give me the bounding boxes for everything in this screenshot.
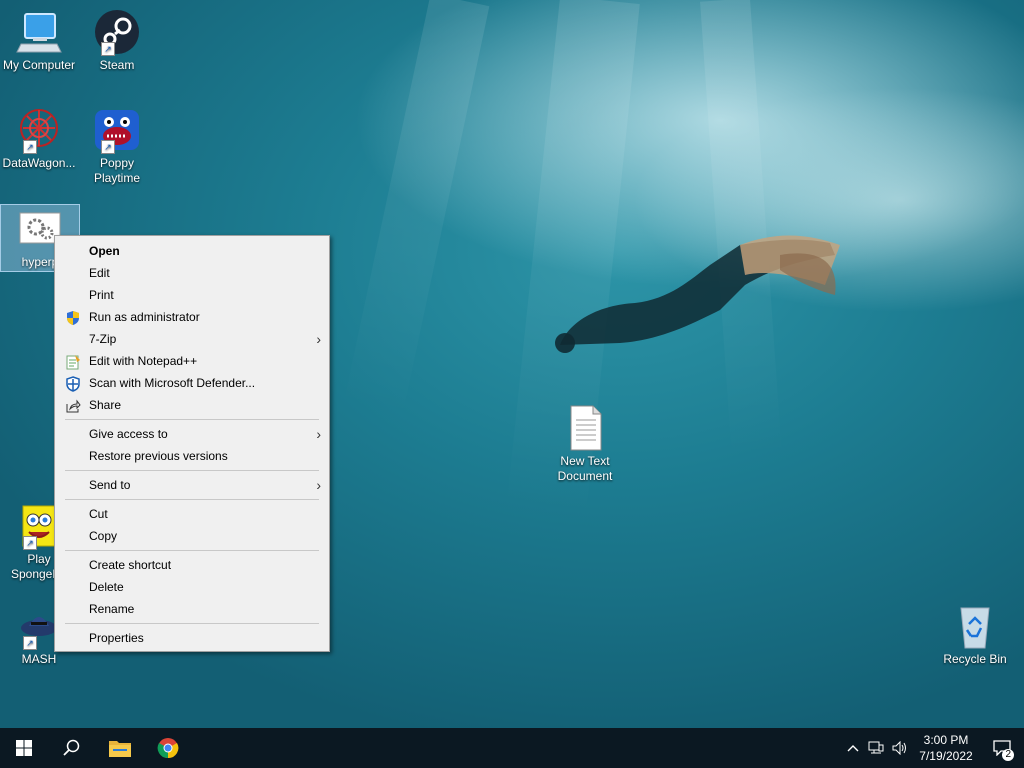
menu-item-run-as-administrator[interactable]: Run as administrator: [55, 306, 329, 328]
menu-item-label: Share: [89, 398, 122, 412]
shortcut-arrow-icon: ↗: [101, 42, 115, 56]
menu-item-label: Scan with Microsoft Defender...: [89, 376, 256, 390]
taskbar-file-explorer[interactable]: [96, 728, 144, 768]
menu-item-share[interactable]: Share: [55, 394, 329, 416]
recycle-bin-icon: [951, 602, 999, 650]
menu-item-label: Send to: [89, 478, 131, 492]
chevron-up-icon: [847, 745, 859, 752]
datawagon-icon: ↗: [15, 106, 63, 154]
menu-separator: [65, 470, 319, 471]
menu-item-label: Copy: [89, 529, 118, 543]
menu-item-label: Rename: [89, 602, 135, 616]
start-button[interactable]: [0, 728, 48, 768]
menu-item-delete[interactable]: Delete: [55, 576, 329, 598]
menu-item-copy[interactable]: Copy: [55, 525, 329, 547]
menu-separator: [65, 550, 319, 551]
menu-item-label: 7-Zip: [89, 332, 117, 346]
shortcut-arrow-icon: ↗: [23, 140, 37, 154]
defender-icon: [65, 376, 81, 392]
menu-item-label: Open: [89, 244, 120, 258]
computer-icon: [15, 8, 63, 56]
shortcut-arrow-icon: ↗: [23, 536, 37, 550]
menu-item-label: Delete: [89, 580, 124, 594]
menu-item-create-shortcut[interactable]: Create shortcut: [55, 554, 329, 576]
menu-item-label: Edit: [89, 266, 110, 280]
menu-item-give-access-to[interactable]: Give access to ›: [55, 423, 329, 445]
menu-item-restore-previous-versions[interactable]: Restore previous versions: [55, 445, 329, 467]
windows-logo-icon: [16, 740, 32, 756]
menu-item-label: Run as administrator: [89, 310, 200, 324]
desktop-icon-label: Recycle Bin: [943, 652, 1007, 666]
desktop-icon-label: New Text Document: [557, 454, 613, 483]
share-icon: [65, 398, 81, 414]
menu-item-label: Create shortcut: [89, 558, 172, 572]
menu-item-edit-with-notepadpp[interactable]: Edit with Notepad++: [55, 350, 329, 372]
desktop-icon-recycle-bin[interactable]: Recycle Bin: [936, 602, 1014, 667]
steam-icon: ↗: [93, 8, 141, 56]
menu-item-edit[interactable]: Edit: [55, 262, 329, 284]
desktop-icon-new-text-document[interactable]: New Text Document: [546, 404, 624, 484]
menu-item-cut[interactable]: Cut: [55, 503, 329, 525]
background-diver: [555, 235, 840, 353]
taskbar-chrome[interactable]: [144, 728, 192, 768]
context-menu: Open Edit Print Run as administrator 7-Z…: [54, 235, 330, 652]
desktop-icon-poppy-playtime[interactable]: ↗ Poppy Playtime: [78, 106, 156, 186]
system-tray: 3:00 PM 7/19/2022 2: [842, 728, 1024, 768]
clock-date: 7/19/2022: [919, 749, 973, 763]
desktop-icon-steam[interactable]: ↗ Steam: [78, 8, 156, 73]
menu-item-properties[interactable]: Properties: [55, 627, 329, 649]
chevron-right-icon: ›: [316, 331, 321, 347]
shield-icon: [65, 310, 81, 326]
menu-separator: [65, 623, 319, 624]
network-button[interactable]: [864, 728, 888, 768]
chrome-icon: [157, 738, 179, 759]
search-button[interactable]: [48, 728, 96, 768]
menu-item-send-to[interactable]: Send to ›: [55, 474, 329, 496]
show-hidden-icons-button[interactable]: [842, 728, 864, 768]
desktop-icon-label: Poppy Playtime: [93, 156, 140, 185]
menu-item-label: Edit with Notepad++: [89, 354, 198, 368]
menu-separator: [65, 419, 319, 420]
menu-item-scan-with-defender[interactable]: Scan with Microsoft Defender...: [55, 372, 329, 394]
text-document-icon: [561, 404, 609, 452]
menu-item-label: Restore previous versions: [89, 449, 228, 463]
menu-separator: [65, 499, 319, 500]
speaker-icon: [892, 741, 906, 755]
clock-time: 3:00 PM: [923, 733, 969, 747]
folder-icon: [109, 741, 131, 757]
search-icon: [63, 739, 80, 756]
clock[interactable]: 3:00 PM 7/19/2022: [912, 732, 980, 764]
desktop-icon-label: DataWagon...: [2, 156, 76, 170]
poppy-playtime-icon: ↗: [93, 106, 141, 154]
network-icon: [868, 741, 884, 754]
menu-item-print[interactable]: Print: [55, 284, 329, 306]
desktop-icon-my-computer[interactable]: My Computer: [0, 8, 78, 73]
menu-item-7zip[interactable]: 7-Zip ›: [55, 328, 329, 350]
chevron-right-icon: ›: [316, 477, 321, 493]
menu-item-label: Properties: [89, 631, 144, 645]
menu-item-label: Cut: [89, 507, 108, 521]
chevron-right-icon: ›: [316, 426, 321, 442]
taskbar: 3:00 PM 7/19/2022 2: [0, 728, 1024, 768]
menu-item-rename[interactable]: Rename: [55, 598, 329, 620]
shortcut-arrow-icon: ↗: [101, 140, 115, 154]
menu-item-label: Print: [89, 288, 114, 302]
notification-count-badge: 2: [1002, 749, 1014, 761]
shortcut-arrow-icon: ↗: [23, 636, 37, 650]
desktop-icon-label: Steam: [99, 58, 135, 72]
notepadpp-icon: [65, 354, 81, 370]
desktop-icon-label: My Computer: [2, 58, 76, 72]
volume-button[interactable]: [888, 728, 912, 768]
notifications-button[interactable]: 2: [980, 728, 1024, 768]
menu-item-label: Give access to: [89, 427, 168, 441]
desktop-icon-datawagon[interactable]: ↗ DataWagon...: [0, 106, 78, 171]
menu-item-open[interactable]: Open: [55, 240, 329, 262]
desktop-icon-label: MASH: [21, 652, 57, 666]
